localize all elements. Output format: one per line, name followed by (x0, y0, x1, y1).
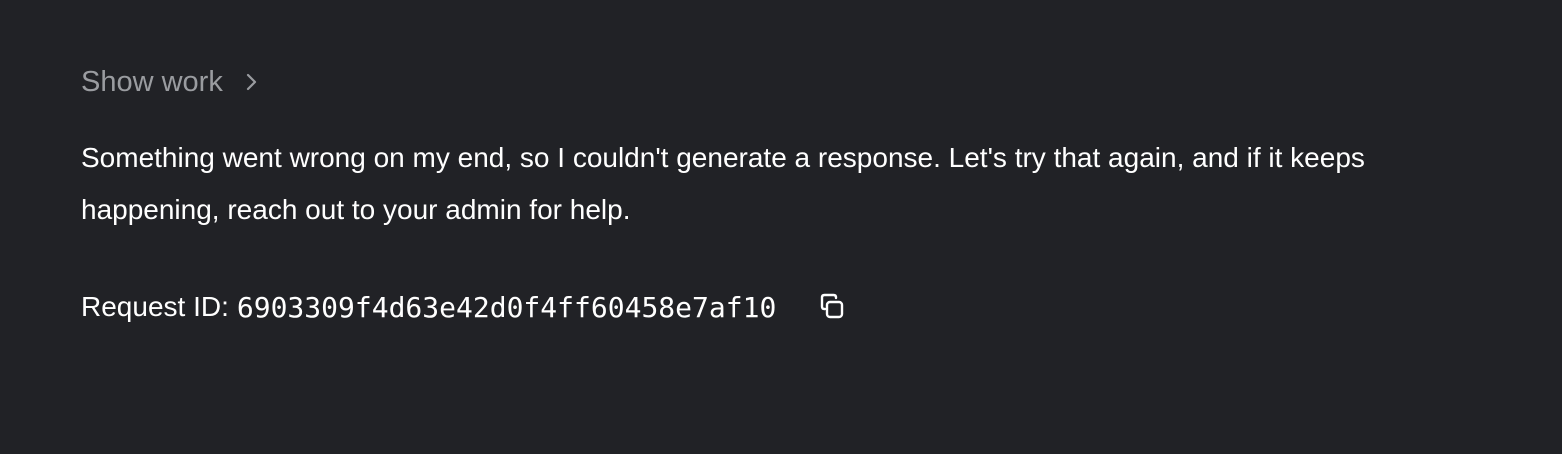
request-id-value: 6903309f4d63e42d0f4ff60458e7af10 (236, 290, 777, 324)
error-message: Something went wrong on my end, so I cou… (81, 142, 1365, 225)
request-id-row: Request ID: 6903309f4d63e42d0f4ff60458e7… (81, 283, 850, 331)
copy-icon (821, 293, 844, 319)
show-work-toggle[interactable]: Show work (81, 62, 261, 102)
error-response-panel: Show work Something went wrong on my end… (0, 0, 1562, 454)
copy-button[interactable] (814, 289, 850, 325)
show-work-label: Show work (81, 66, 223, 98)
chevron-right-icon (245, 70, 261, 94)
request-id-label: Request ID: (81, 291, 229, 322)
